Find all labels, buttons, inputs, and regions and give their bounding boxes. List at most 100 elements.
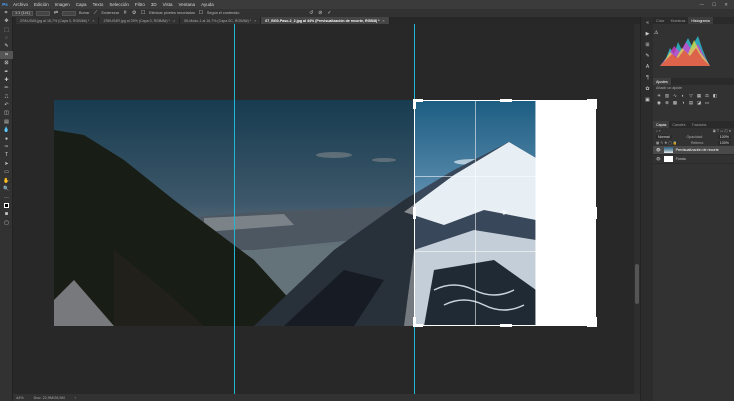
more-tools-icon[interactable]: … — [0, 193, 13, 201]
tab-swatches[interactable]: Muestras — [668, 17, 689, 24]
scroll-thumb[interactable] — [635, 264, 639, 304]
quick-select-tool-icon[interactable]: ✎ — [0, 42, 13, 50]
menu-item-ayuda[interactable]: Ayuda — [198, 2, 217, 7]
menu-item-seleccion[interactable]: Selección — [106, 2, 132, 7]
color-swatches-icon[interactable] — [0, 202, 13, 210]
history-brush-icon[interactable]: ↶ — [0, 101, 13, 109]
visibility-eye-icon[interactable]: 👁 — [656, 148, 661, 152]
visibility-eye-icon[interactable]: 👁 — [656, 157, 661, 161]
curves-icon[interactable]: ∿ — [672, 93, 678, 98]
photoshop-logo[interactable]: Ps — [0, 0, 10, 9]
chevron-right-icon[interactable]: › — [75, 396, 76, 400]
filter-icons[interactable]: ▣ T ▭ ◰ ● — [713, 129, 731, 133]
lock-icons[interactable]: ▦ ✎ ✥ ▢ 🔒 — [656, 141, 677, 145]
warning-icon[interactable]: ⚠ — [654, 30, 658, 36]
tab-paths[interactable]: Trazados — [689, 121, 710, 128]
menu-item-filtro[interactable]: Filtro — [132, 2, 148, 7]
shape-tool-icon[interactable]: ▭ — [0, 168, 13, 176]
eyedropper-tool-icon[interactable]: ✒ — [0, 67, 13, 75]
tab-document-1[interactable]: ZSKUSA5.jpg al 16,7% (Capa 0, RGB/8#) * × — [16, 17, 100, 24]
marquee-tool-icon[interactable]: ⬚ — [0, 25, 13, 33]
height-input[interactable] — [61, 10, 76, 16]
black-white-icon[interactable]: ◧ — [712, 93, 718, 98]
zoom-level[interactable]: 44% — [16, 396, 24, 400]
guide-line[interactable] — [234, 24, 235, 394]
move-tool-icon[interactable]: ✥ — [0, 17, 13, 25]
crop-handle-top-left[interactable] — [413, 99, 416, 109]
menu-item-imagen[interactable]: Imagen — [52, 2, 73, 7]
minimize-icon[interactable]: — — [700, 2, 705, 8]
cancel-icon[interactable]: ⊘ — [317, 10, 323, 16]
menu-item-vista[interactable]: Vista — [160, 2, 176, 7]
crop-handle-bottom-right[interactable] — [594, 317, 597, 327]
type-tool-icon[interactable]: T — [0, 151, 13, 159]
blend-mode-select[interactable]: Normal — [656, 135, 672, 139]
screen-mode-icon[interactable]: ▢ — [0, 218, 13, 226]
filter-icon[interactable]: ⌕ ▾ — [656, 129, 661, 133]
menu-item-3d[interactable]: 3D — [148, 2, 160, 7]
dodge-tool-icon[interactable]: ● — [0, 134, 13, 142]
crop-handle-top-right[interactable] — [594, 99, 597, 109]
menu-item-ventana[interactable]: Ventana — [176, 2, 199, 7]
crop-handle-top[interactable] — [500, 99, 512, 102]
blur-tool-icon[interactable]: 💧 — [0, 126, 13, 134]
layer-row[interactable]: 👁 Fondo — [653, 155, 734, 164]
straighten-icon[interactable]: ⟋ — [93, 10, 99, 16]
width-input[interactable] — [35, 10, 50, 16]
color-balance-icon[interactable]: ⚖ — [704, 93, 710, 98]
crop-box[interactable]: ✥ — [413, 99, 597, 327]
menu-item-capa[interactable]: Capa — [73, 2, 90, 7]
crop-handle-bottom-left[interactable] — [413, 317, 416, 327]
brush-tool-icon[interactable]: ✏ — [0, 84, 13, 92]
crop-tool-icon[interactable]: ⌗ — [3, 10, 9, 16]
clone-stamp-icon[interactable]: ⎍ — [0, 93, 13, 101]
quick-mask-icon[interactable]: ◙ — [0, 210, 13, 218]
threshold-icon[interactable]: ◪ — [696, 100, 702, 105]
hue-saturation-icon[interactable]: ▦ — [696, 93, 702, 98]
tab-document-active[interactable]: 07_BG0-Paso-2_2.jpg al 44% (Previsualiza… — [261, 17, 390, 24]
tab-histogram[interactable]: Histograma — [688, 17, 713, 24]
checkbox-delete-pixels[interactable]: ☐ — [140, 10, 146, 16]
crop-tool-icon[interactable]: ⌗ — [0, 50, 13, 59]
reset-icon[interactable]: ↺ — [308, 10, 314, 16]
close-icon[interactable]: × — [173, 19, 175, 23]
crop-handle-bottom[interactable] — [500, 324, 512, 327]
clear-button[interactable]: Borrar — [79, 11, 90, 15]
menu-item-archivo[interactable]: Archivo — [10, 2, 31, 7]
vibrance-icon[interactable]: ▽ — [688, 93, 694, 98]
path-select-icon[interactable]: ➤ — [0, 160, 13, 168]
layer-row[interactable]: 👁 Previsualización de recorte — [653, 146, 734, 155]
posterize-icon[interactable]: ▤ — [688, 100, 694, 105]
fill-input[interactable]: 100% — [717, 141, 731, 145]
close-icon[interactable]: × — [383, 19, 385, 23]
brightness-icon[interactable]: ☀ — [656, 93, 662, 98]
healing-brush-icon[interactable]: ✚ — [0, 76, 13, 84]
tab-adjustments[interactable]: Ajustes — [653, 78, 671, 85]
crop-handle-left[interactable] — [413, 207, 416, 219]
checkbox-content-aware[interactable]: ☐ — [198, 10, 204, 16]
photo-filter-icon[interactable]: ◉ — [656, 100, 662, 105]
ratio-select[interactable]: 1:1 (1x1) — [12, 10, 33, 16]
menu-item-edicion[interactable]: Edición — [31, 2, 52, 7]
color-lookup-icon[interactable]: ▩ — [672, 100, 678, 105]
settings-gear-icon[interactable]: ⚙ — [131, 10, 137, 16]
close-icon[interactable]: × — [254, 19, 256, 23]
levels-icon[interactable]: ▥ — [664, 93, 670, 98]
close-icon[interactable]: ✕ — [724, 2, 728, 8]
crop-handle-right[interactable] — [594, 207, 597, 219]
exposure-icon[interactable]: ◐ — [680, 93, 686, 98]
tab-channels[interactable]: Canales — [669, 121, 688, 128]
tab-document-2[interactable]: ZSKUS4R.jpg al 25% (Capa 0, RGB/8#) * × — [99, 17, 181, 24]
lasso-tool-icon[interactable]: ◌ — [0, 34, 13, 42]
close-icon[interactable]: × — [92, 19, 94, 23]
straighten-button[interactable]: Enderezar — [102, 11, 120, 15]
opacity-input[interactable]: 100% — [717, 135, 731, 139]
pen-tool-icon[interactable]: ✑ — [0, 143, 13, 151]
gradient-tool-icon[interactable]: ▤ — [0, 118, 13, 126]
commit-check-icon[interactable]: ✓ — [326, 10, 332, 16]
menu-item-texto[interactable]: Texto — [90, 2, 107, 7]
zoom-tool-icon[interactable]: 🔍 — [0, 185, 13, 193]
invert-icon[interactable]: ◑ — [680, 100, 686, 105]
tab-document-3[interactable]: 05-Modo-1 al 16,7% (Capa 0C, RGB/8#) * × — [180, 17, 262, 24]
grid-overlay-icon[interactable]: # — [122, 10, 128, 16]
